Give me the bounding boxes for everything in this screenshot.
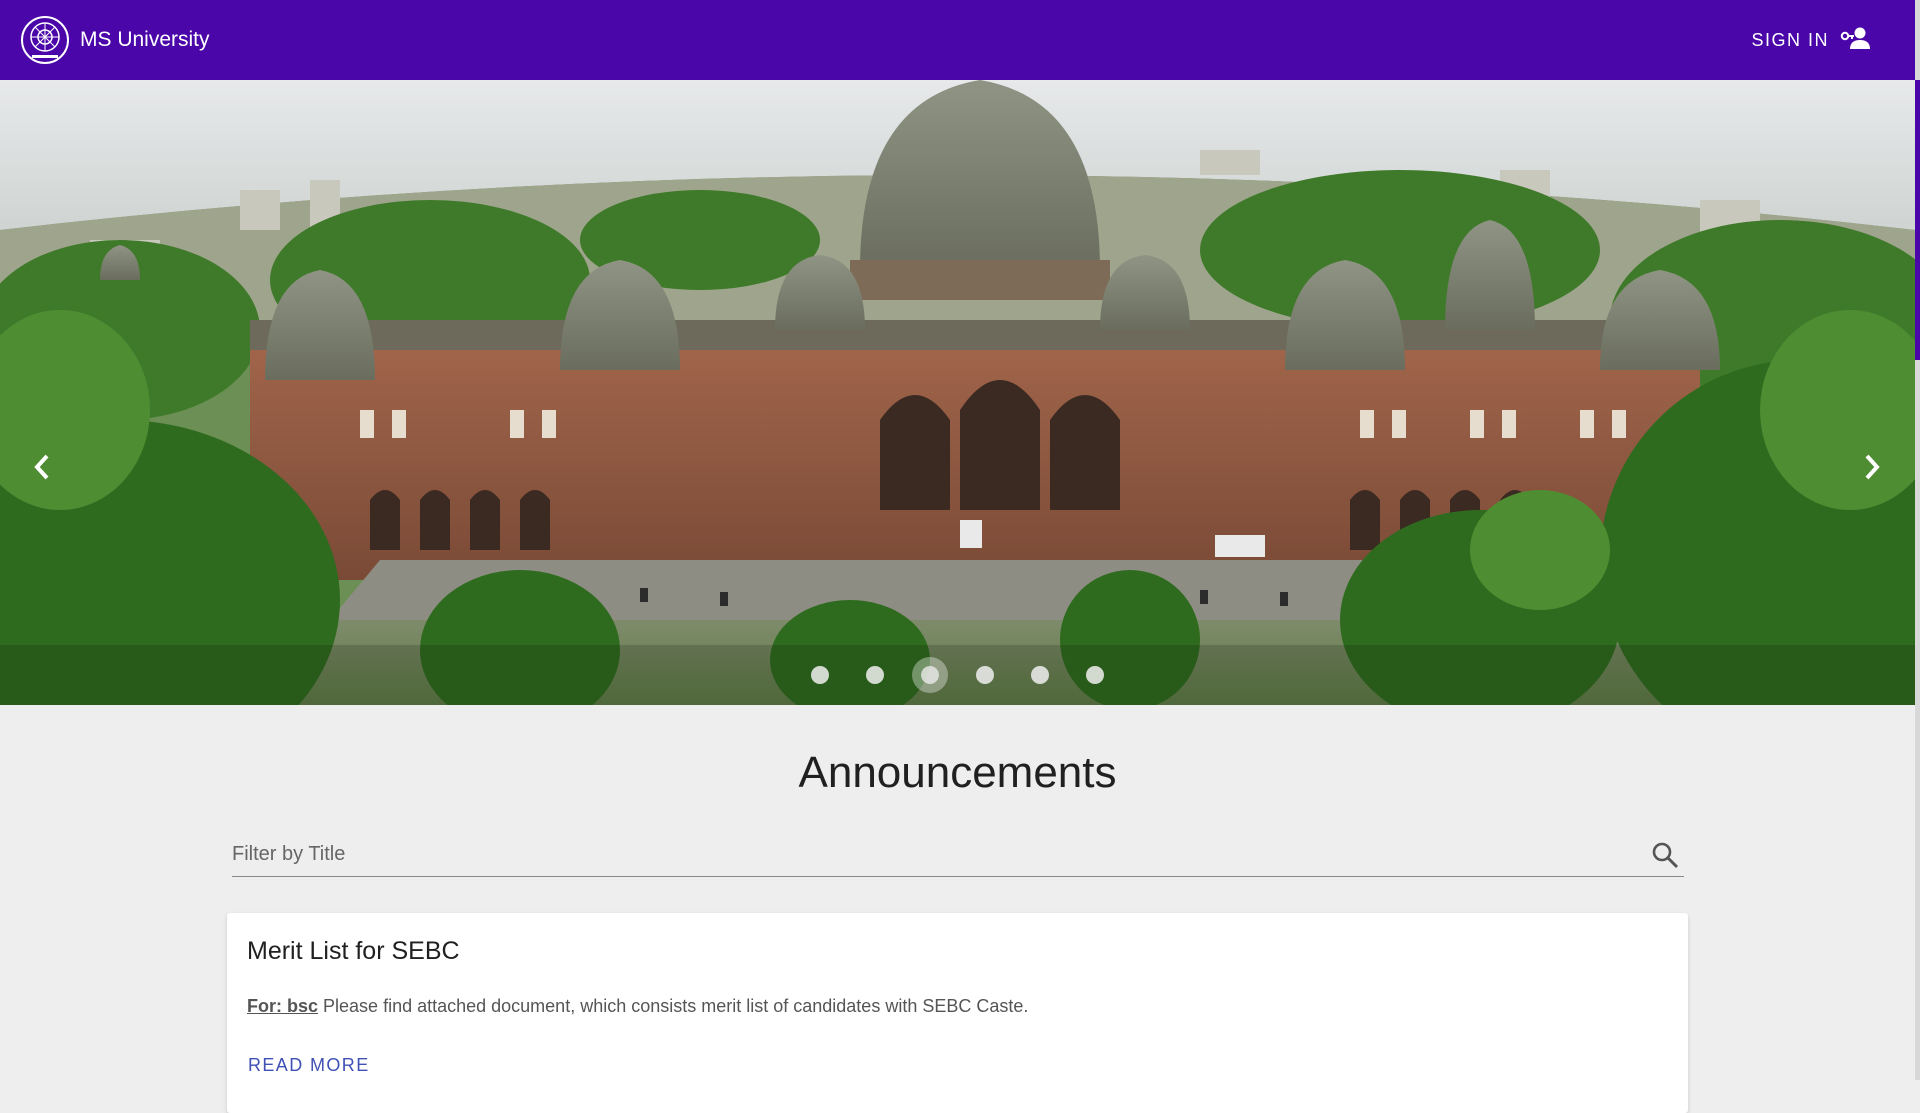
carousel-dot-3[interactable] [921,666,939,684]
hero-carousel [0,80,1915,705]
sign-in-button[interactable]: SIGN IN [1751,26,1873,55]
filter-by-title-input[interactable] [232,843,1650,866]
announcement-title: Merit List for SEBC [247,937,460,965]
university-seal-icon[interactable] [20,15,70,65]
scrollbar-thumb[interactable] [1915,80,1920,360]
announcement-card: Merit List for SEBC For: bsc Please find… [227,913,1688,1113]
announcement-for-link[interactable]: For: bsc [247,996,318,1016]
announcement-body-row: For: bsc Please find attached document, … [247,996,1668,1017]
carousel-dot-5[interactable] [1031,666,1049,684]
page-scrollbar[interactable] [1915,0,1920,1080]
read-more-button[interactable]: READ MORE [248,1055,370,1076]
announcements-heading: Announcements [798,748,1117,797]
filter-field [232,833,1684,877]
carousel-dot-6[interactable] [1086,666,1104,684]
carousel-dot-2[interactable] [866,666,884,684]
app-header: MS University SIGN IN [0,0,1915,80]
carousel-dot-4[interactable] [976,666,994,684]
sign-in-label: SIGN IN [1751,29,1829,50]
person-key-icon [1839,26,1873,55]
carousel-dot-1[interactable] [811,666,829,684]
carousel-indicators [0,80,1915,705]
search-icon[interactable] [1650,840,1680,870]
announcement-body: Please find attached document, which con… [323,996,1029,1016]
brand-name[interactable]: MS University [80,28,210,52]
